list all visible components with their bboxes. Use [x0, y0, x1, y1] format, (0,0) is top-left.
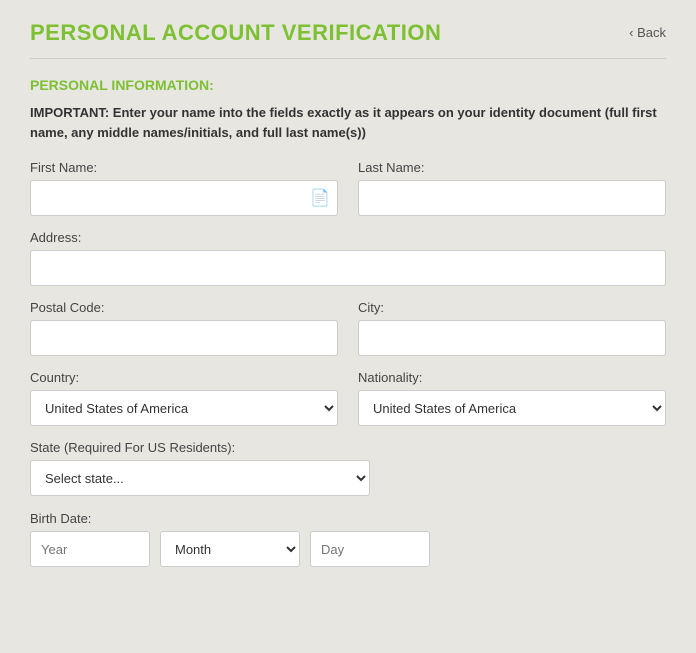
- birth-year-input[interactable]: [30, 531, 150, 567]
- birth-date-fields: Month January February March April May J…: [30, 531, 666, 567]
- country-select[interactable]: United States of America United Kingdom …: [30, 390, 338, 426]
- city-input[interactable]: [358, 320, 666, 356]
- address-input[interactable]: [30, 250, 666, 286]
- last-name-group: Last Name:: [358, 160, 666, 216]
- postal-code-label: Postal Code:: [30, 300, 338, 315]
- postal-code-group: Postal Code:: [30, 300, 338, 356]
- birth-date-label: Birth Date:: [30, 511, 91, 526]
- important-notice: IMPORTANT: Enter your name into the fiel…: [30, 103, 666, 142]
- postal-city-row: Postal Code: City:: [30, 300, 666, 356]
- state-row: State (Required For US Residents): Selec…: [30, 440, 666, 496]
- country-group: Country: United States of America United…: [30, 370, 338, 426]
- page-title: PERSONAL ACCOUNT VERIFICATION: [30, 20, 441, 46]
- id-card-icon: 📄: [310, 188, 330, 208]
- first-name-group: First Name: 📄: [30, 160, 338, 216]
- state-group: State (Required For US Residents): Selec…: [30, 440, 370, 496]
- section-title: PERSONAL INFORMATION:: [30, 77, 666, 93]
- name-row: First Name: 📄 Last Name:: [30, 160, 666, 216]
- first-name-label: First Name:: [30, 160, 338, 175]
- personal-info-section: PERSONAL INFORMATION: IMPORTANT: Enter y…: [30, 77, 666, 567]
- state-label: State (Required For US Residents):: [30, 440, 370, 455]
- postal-code-input[interactable]: [30, 320, 338, 356]
- last-name-input[interactable]: [358, 180, 666, 216]
- state-select[interactable]: Select state... Alabama Alaska Arizona C…: [30, 460, 370, 496]
- address-label: Address:: [30, 230, 666, 245]
- first-name-input-wrapper: 📄: [30, 180, 338, 216]
- nationality-select[interactable]: United States of America United Kingdom …: [358, 390, 666, 426]
- first-name-input[interactable]: [30, 180, 338, 216]
- last-name-label: Last Name:: [358, 160, 666, 175]
- address-group: Address:: [30, 230, 666, 286]
- page-header: PERSONAL ACCOUNT VERIFICATION ‹ Back: [30, 20, 666, 59]
- back-link[interactable]: ‹ Back: [629, 25, 666, 40]
- page-container: PERSONAL ACCOUNT VERIFICATION ‹ Back PER…: [0, 0, 696, 653]
- country-label: Country:: [30, 370, 338, 385]
- city-label: City:: [358, 300, 666, 315]
- birth-day-input[interactable]: [310, 531, 430, 567]
- city-group: City:: [358, 300, 666, 356]
- birth-date-section: Birth Date: Month January February March…: [30, 510, 666, 567]
- address-row: Address:: [30, 230, 666, 286]
- nationality-label: Nationality:: [358, 370, 666, 385]
- birth-month-select[interactable]: Month January February March April May J…: [160, 531, 300, 567]
- nationality-group: Nationality: United States of America Un…: [358, 370, 666, 426]
- country-nationality-row: Country: United States of America United…: [30, 370, 666, 426]
